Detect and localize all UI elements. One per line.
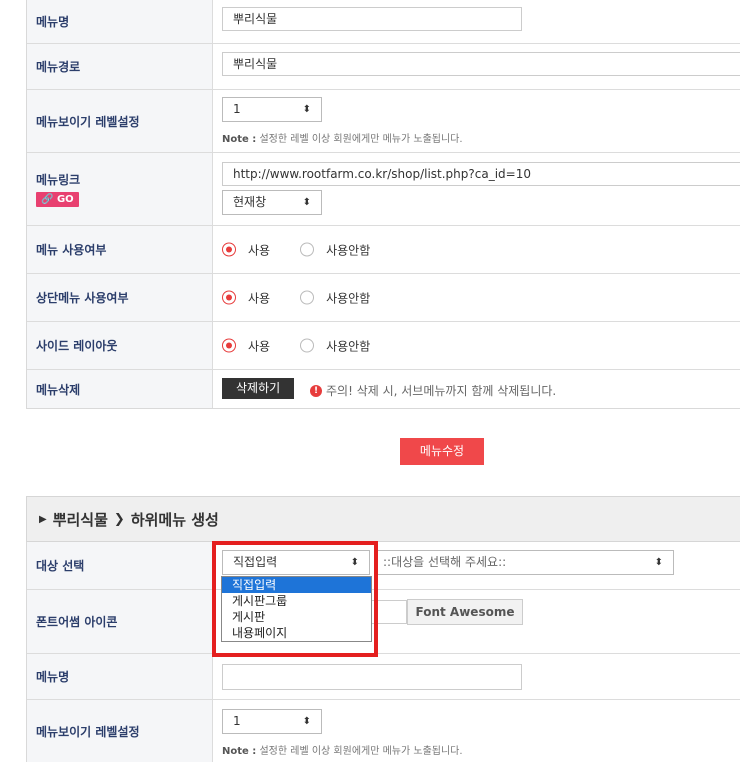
row-top-menu: 상단메뉴 사용여부 사용 사용안함 <box>27 274 740 322</box>
row-sub-level: 메뉴보이기 레벨설정 1 ⬍ Note : 설정한 레벨 이상 회원에게만 메뉴… <box>27 700 740 762</box>
top-menu-label: 상단메뉴 사용여부 <box>27 274 213 321</box>
row-menu-path: 메뉴경로 뿌리식물 <box>27 44 740 90</box>
link-label: 메뉴링크 <box>36 173 81 187</box>
row-delete: 메뉴삭제 삭제하기 ! 주의! 삭제 시, 서브메뉴까지 함께 삭제됩니다. <box>27 370 740 408</box>
target-label: 대상 선택 <box>27 542 213 589</box>
menu-name-label: 메뉴명 <box>27 0 213 43</box>
side-layout-radios: 사용 사용안함 <box>222 337 400 354</box>
row-side-layout: 사이드 레이아웃 사용 사용안함 <box>27 322 740 370</box>
sub-level-note: Note : 설정한 레벨 이상 회원에게만 메뉴가 노출됩니다. <box>222 746 463 757</box>
menu-edit-form: 메뉴명 뿌리식물 메뉴경로 뿌리식물 메뉴보이기 레벨설정 1 ⬍ Note :… <box>26 0 740 409</box>
icon-label: 폰트어썸 아이콘 <box>27 590 213 653</box>
level-select[interactable]: 1 ⬍ <box>222 97 322 122</box>
sub-menu-section-title: ▶ 뿌리식물 ❯ 하위메뉴 생성 <box>26 496 740 542</box>
use-menu-on-radio[interactable] <box>222 242 236 257</box>
highlight-box <box>212 541 378 657</box>
top-menu-radios: 사용 사용안함 <box>222 289 400 306</box>
sub-menu-name-input[interactable] <box>222 664 522 690</box>
row-link: 메뉴링크 🔗 GO http://www.rootfarm.co.kr/shop… <box>27 153 740 226</box>
row-icon: 폰트어썸 아이콘 Font Awesome <box>27 590 740 654</box>
link-target-select[interactable]: 현재창 ⬍ <box>222 190 322 215</box>
row-sub-menu-name: 메뉴명 <box>27 654 740 700</box>
side-layout-label: 사이드 레이아웃 <box>27 322 213 369</box>
top-menu-on-radio[interactable] <box>222 290 236 305</box>
updown-arrow-icon: ⬍ <box>302 104 311 115</box>
link-icon: 🔗 <box>41 194 54 205</box>
sub-menu-name-label: 메뉴명 <box>27 654 213 699</box>
sub-level-select[interactable]: 1 ⬍ <box>222 709 322 734</box>
row-level: 메뉴보이기 레벨설정 1 ⬍ Note : 설정한 레벨 이상 회원에게만 메뉴… <box>27 90 740 153</box>
menu-path-label: 메뉴경로 <box>27 44 213 89</box>
modify-menu-button[interactable]: 메뉴수정 <box>400 438 484 465</box>
side-layout-off-radio[interactable] <box>300 338 315 353</box>
updown-arrow-icon: ⬍ <box>302 197 311 208</box>
use-menu-label: 메뉴 사용여부 <box>27 226 213 273</box>
target-item-select[interactable]: ::대상을 선택해 주세요:: ⬍ <box>376 550 674 575</box>
row-target: 대상 선택 직접입력 ⬍ ::대상을 선택해 주세요:: ⬍ <box>27 542 740 590</box>
delete-warning: ! 주의! 삭제 시, 서브메뉴까지 함께 삭제됩니다. <box>310 382 556 399</box>
menu-path-input[interactable]: 뿌리식물 <box>222 52 740 76</box>
exclamation-icon: ! <box>310 384 322 397</box>
updown-arrow-icon: ⬍ <box>654 557 663 568</box>
menu-name-input[interactable]: 뿌리식물 <box>222 7 522 31</box>
chevron-right-icon: ❯ <box>113 511 125 527</box>
sub-level-label: 메뉴보이기 레벨설정 <box>27 700 213 762</box>
caret-right-icon: ▶ <box>39 513 47 525</box>
level-label: 메뉴보이기 레벨설정 <box>27 90 213 152</box>
font-awesome-button[interactable]: Font Awesome <box>407 599 523 625</box>
delete-label: 메뉴삭제 <box>27 370 213 408</box>
level-note: Note : 설정한 레벨 이상 회원에게만 메뉴가 노출됩니다. <box>222 134 463 145</box>
go-button[interactable]: 🔗 GO <box>36 192 79 207</box>
row-use-menu: 메뉴 사용여부 사용 사용안함 <box>27 226 740 274</box>
link-url-input[interactable]: http://www.rootfarm.co.kr/shop/list.php?… <box>222 162 740 186</box>
use-menu-off-radio[interactable] <box>300 242 315 257</box>
side-layout-on-radio[interactable] <box>222 338 236 353</box>
use-menu-radios: 사용 사용안함 <box>222 241 400 258</box>
row-menu-name: 메뉴명 뿌리식물 <box>27 0 740 44</box>
top-menu-off-radio[interactable] <box>300 290 315 305</box>
sub-menu-form: 대상 선택 직접입력 ⬍ ::대상을 선택해 주세요:: ⬍ 폰트어썸 아이콘 … <box>26 542 740 762</box>
delete-button[interactable]: 삭제하기 <box>222 378 295 399</box>
updown-arrow-icon: ⬍ <box>302 716 311 727</box>
